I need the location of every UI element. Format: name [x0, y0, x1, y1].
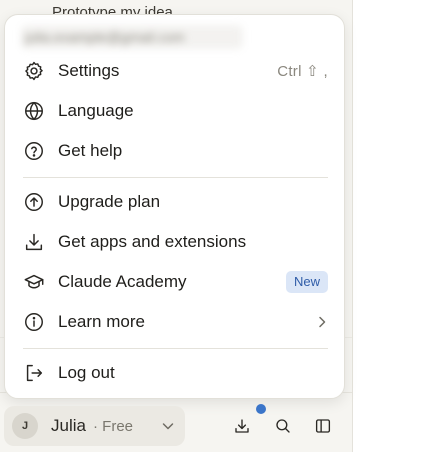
upgrade-arrow-icon	[23, 191, 45, 213]
menu-item-label: Get apps and extensions	[58, 232, 247, 251]
download-icon	[23, 231, 45, 253]
keyboard-shortcut: Ctrl ⇧ ,	[277, 63, 328, 80]
menu-item-get-apps[interactable]: Get apps and extensions	[5, 226, 346, 258]
logout-icon	[23, 362, 45, 384]
menu-item-label: Learn more	[58, 312, 145, 331]
new-badge: New	[285, 271, 328, 293]
menu-item-learn-more[interactable]: Learn more	[5, 306, 346, 338]
menu-item-label: Claude Academy	[58, 272, 187, 291]
menu-item-settings[interactable]: Settings Ctrl ⇧ ,	[5, 55, 346, 87]
gear-icon	[23, 60, 45, 82]
menu-item-log-out[interactable]: Log out	[5, 357, 346, 389]
chevron-down-icon	[162, 423, 174, 430]
info-icon	[23, 311, 45, 333]
menu-item-claude-academy[interactable]: Claude Academy New	[5, 266, 346, 298]
globe-icon	[23, 100, 45, 122]
download-icon	[235, 419, 249, 433]
notification-dot	[256, 404, 266, 414]
search-button[interactable]	[271, 414, 295, 438]
menu-item-get-help[interactable]: Get help	[5, 135, 346, 167]
download-apps-button[interactable]	[230, 414, 254, 438]
account-email: julia.example@gmail.com	[21, 25, 243, 49]
account-menu: julia.example@gmail.com Settings Ctrl ⇧ …	[4, 14, 345, 399]
graduation-cap-icon	[23, 271, 45, 293]
search-icon	[276, 419, 290, 433]
menu-item-label: Language	[58, 101, 134, 120]
menu-item-language[interactable]: Language	[5, 95, 346, 127]
user-plan: · Free	[93, 418, 134, 435]
user-name: Julia	[51, 416, 86, 435]
help-circle-icon	[23, 140, 45, 162]
avatar: J	[12, 413, 38, 439]
chevron-right-icon	[319, 316, 326, 328]
menu-item-label: Settings	[58, 61, 120, 80]
menu-separator	[23, 177, 328, 178]
menu-separator	[23, 348, 328, 349]
main-panel	[353, 0, 426, 452]
menu-item-label: Upgrade plan	[58, 192, 161, 211]
menu-item-upgrade-plan[interactable]: Upgrade plan	[5, 186, 346, 218]
menu-item-label: Get help	[58, 141, 123, 160]
menu-item-label: Log out	[58, 363, 115, 382]
sidebar-toggle-icon	[315, 419, 331, 433]
toggle-sidebar-button[interactable]	[311, 414, 335, 438]
user-account-button[interactable]: J Julia · Free	[4, 406, 185, 446]
